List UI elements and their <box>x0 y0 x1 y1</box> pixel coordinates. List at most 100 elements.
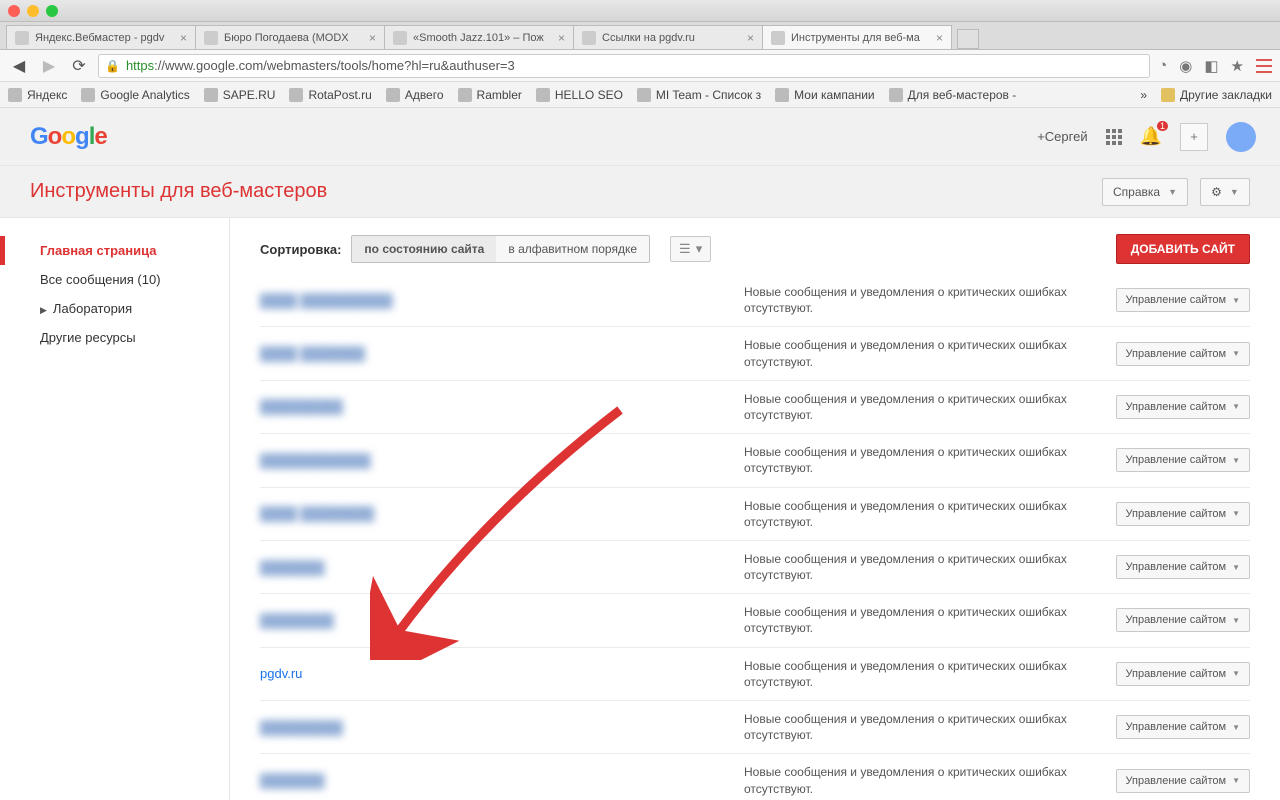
bookmark-item[interactable]: Адвего <box>386 88 444 102</box>
manage-site-dropdown[interactable]: Управление сайтом▼ <box>1116 448 1251 472</box>
site-name-link[interactable]: ████████ <box>260 613 730 628</box>
site-name-link[interactable]: pgdv.ru <box>260 666 730 681</box>
main-layout: Главная страница Все сообщения (10) ▶Лаб… <box>0 218 1280 800</box>
tab-label: Инструменты для веб-ма <box>791 32 930 44</box>
site-name-link[interactable]: █████████ <box>260 720 730 735</box>
sort-label: Сортировка: <box>260 242 341 257</box>
close-window-button[interactable] <box>8 5 20 17</box>
manage-site-dropdown[interactable]: Управление сайтом▼ <box>1116 715 1251 739</box>
sort-segmented: по состоянию сайта в алфавитном порядке <box>351 235 650 263</box>
view-mode-dropdown[interactable]: ☰▾ <box>670 236 711 262</box>
google-logo[interactable]: Google <box>30 123 107 151</box>
manage-label: Управление сайтом <box>1126 294 1227 306</box>
site-row: pgdv.ruНовые сообщения и уведомления о к… <box>260 647 1250 700</box>
bookmark-item[interactable]: RotaPost.ru <box>289 88 371 102</box>
site-status-text: Новые сообщения и уведомления о критичес… <box>744 604 1102 636</box>
add-site-button[interactable]: ДОБАВИТЬ САЙТ <box>1116 234 1250 264</box>
sidebar-item-home[interactable]: Главная страница <box>0 236 229 265</box>
manage-site-dropdown[interactable]: Управление сайтом▼ <box>1116 288 1251 312</box>
bookmark-label: HELLO SEO <box>555 88 623 102</box>
tab-label: Яндекс.Вебмастер - pgdv <box>35 32 174 44</box>
sidebar-item-all-messages[interactable]: Все сообщения (10) <box>0 265 229 294</box>
site-status-text: Новые сообщения и уведомления о критичес… <box>744 337 1102 369</box>
manage-site-dropdown[interactable]: Управление сайтом▼ <box>1116 395 1251 419</box>
close-icon[interactable]: × <box>369 31 376 45</box>
site-name-link[interactable]: ████ ████████ <box>260 506 730 521</box>
browser-tab[interactable]: Яндекс.Вебмастер - pgdv × <box>6 25 196 49</box>
forward-button[interactable]: ▶ <box>38 55 60 77</box>
google-user-link[interactable]: +Сергей <box>1037 129 1087 144</box>
manage-label: Управление сайтом <box>1126 614 1227 626</box>
notification-badge: 1 <box>1157 121 1168 131</box>
browser-tab[interactable]: Инструменты для веб-ма × <box>762 25 952 49</box>
address-bar[interactable]: 🔒 https://www.google.com/webmasters/tool… <box>98 54 1150 78</box>
page-title: Инструменты для веб-мастеров <box>30 180 327 203</box>
chevron-down-icon: ▼ <box>1230 187 1239 197</box>
browser-tab[interactable]: «Smooth Jazz.101» – Пож × <box>384 25 574 49</box>
bookmark-item[interactable]: Яндекс <box>8 88 67 102</box>
bookmark-item[interactable]: Google Analytics <box>81 88 189 102</box>
manage-site-dropdown[interactable]: Управление сайтом▼ <box>1116 608 1251 632</box>
bookmark-label: SAPE.RU <box>223 88 276 102</box>
bookmark-item[interactable]: Мои кампании <box>775 88 874 102</box>
close-icon[interactable]: × <box>747 31 754 45</box>
close-icon[interactable]: × <box>558 31 565 45</box>
bookmark-item[interactable]: Rambler <box>458 88 522 102</box>
tab-label: «Smooth Jazz.101» – Пож <box>413 32 552 44</box>
close-icon[interactable]: × <box>936 31 943 45</box>
google-top-bar: Google +Сергей 🔔1 + <box>0 108 1280 166</box>
extension-icon[interactable]: ◔ <box>1158 57 1167 74</box>
new-tab-button[interactable] <box>957 29 979 49</box>
browser-tab[interactable]: Ссылки на pgdv.ru× <box>573 25 763 49</box>
back-button[interactable]: ◀ <box>8 55 30 77</box>
bookmarks-overflow[interactable]: » <box>1140 88 1147 102</box>
reload-button[interactable]: ⟳ <box>68 55 90 77</box>
bookmark-item[interactable]: MI Team - Список з <box>637 88 761 102</box>
site-name-link[interactable]: ████ ██████████ <box>260 293 730 308</box>
chevron-down-icon: ▼ <box>1232 402 1240 411</box>
site-name-link[interactable]: ████ ███████ <box>260 346 730 361</box>
chevron-down-icon: ▼ <box>1232 349 1240 358</box>
bookmark-label: Мои кампании <box>794 88 874 102</box>
manage-site-dropdown[interactable]: Управление сайтом▼ <box>1116 769 1251 793</box>
other-bookmarks-folder[interactable]: Другие закладки <box>1161 88 1272 102</box>
extension-icon[interactable]: ◉ <box>1179 57 1192 75</box>
site-row: ███████Новые сообщения и уведомления о к… <box>260 753 1250 800</box>
minimize-window-button[interactable] <box>27 5 39 17</box>
apps-grid-icon[interactable] <box>1106 129 1122 145</box>
zoom-window-button[interactable] <box>46 5 58 17</box>
manage-label: Управление сайтом <box>1126 508 1227 520</box>
manage-site-dropdown[interactable]: Управление сайтом▼ <box>1116 555 1251 579</box>
sort-by-state[interactable]: по состоянию сайта <box>351 235 497 263</box>
manage-site-dropdown[interactable]: Управление сайтом ▼ <box>1116 502 1251 526</box>
chevron-down-icon: ▼ <box>1232 509 1240 518</box>
help-label: Справка <box>1113 185 1160 199</box>
bookmark-item[interactable]: Для веб-мастеров - <box>889 88 1017 102</box>
bookmark-favicon-icon <box>289 88 303 102</box>
site-name-link[interactable]: ███████ <box>260 560 730 575</box>
account-avatar[interactable] <box>1226 122 1256 152</box>
window-titlebar <box>0 0 1280 22</box>
folder-icon <box>1161 88 1175 102</box>
site-name-link[interactable]: █████████ <box>260 399 730 414</box>
bookmark-item[interactable]: SAPE.RU <box>204 88 276 102</box>
menu-icon[interactable] <box>1256 59 1272 73</box>
settings-dropdown[interactable]: ⚙▼ <box>1200 178 1250 206</box>
site-status-text: Новые сообщения и уведомления о критичес… <box>744 498 1102 530</box>
sidebar-item-other[interactable]: Другие ресурсы <box>0 323 229 352</box>
browser-tab[interactable]: Бюро Погодаева (MODX× <box>195 25 385 49</box>
site-status-text: Новые сообщения и уведомления о критичес… <box>744 444 1102 476</box>
extension-icon[interactable]: ◧ <box>1204 57 1218 75</box>
sort-by-alpha[interactable]: в алфавитном порядке <box>496 236 649 262</box>
bookmark-item[interactable]: HELLO SEO <box>536 88 623 102</box>
close-icon[interactable]: × <box>180 31 187 45</box>
site-name-link[interactable]: ███████ <box>260 773 730 788</box>
notifications-bell-icon[interactable]: 🔔1 <box>1140 126 1162 147</box>
manage-site-dropdown[interactable]: Управление сайтом▼ <box>1116 342 1251 366</box>
manage-site-dropdown[interactable]: Управление сайтом▼ <box>1116 662 1251 686</box>
sidebar-item-lab[interactable]: ▶Лаборатория <box>0 294 229 323</box>
share-plus-button[interactable]: + <box>1180 123 1208 151</box>
site-name-link[interactable]: ████████████ <box>260 453 730 468</box>
help-dropdown[interactable]: Справка▼ <box>1102 178 1188 206</box>
bookmark-star-icon[interactable]: ★ <box>1231 57 1244 75</box>
